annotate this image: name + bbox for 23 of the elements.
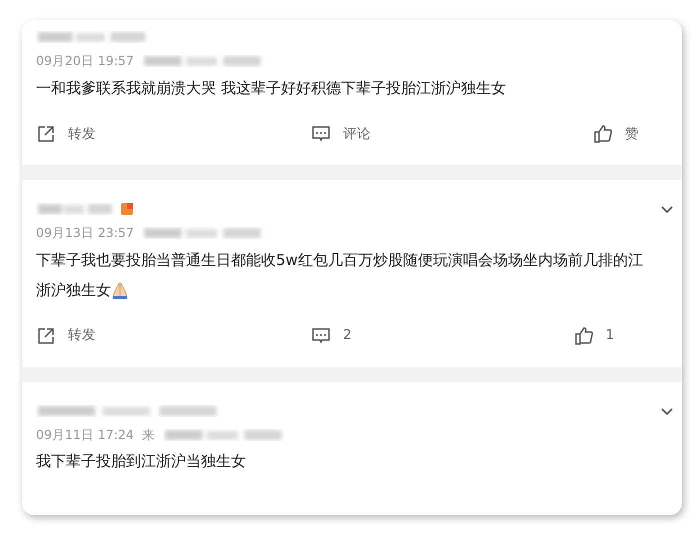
comment-text: 下辈子我也要投胎当普通生日都能收5w红包几百万炒股随便玩演唱会场场坐内场前几排的江浙沪独生女 (36, 250, 644, 302)
comment-icon (311, 326, 331, 346)
repost-button[interactable]: 转发 (36, 124, 96, 144)
comment-text: 一和我爹联系我就崩溃大哭 我这辈子好好积德下辈子投胎江浙沪独生女 (36, 78, 507, 99)
comment-date: 09月11日 17:24 (36, 426, 134, 444)
comment-button[interactable]: 评论 (311, 124, 371, 144)
like-button[interactable]: 赞 (593, 124, 639, 144)
thumbs-up-icon (574, 326, 594, 346)
comment-icon (311, 124, 331, 144)
thumbs-up-icon (593, 124, 613, 144)
comment-date: 09月20日 19:57 (36, 52, 134, 70)
badge-icon (120, 202, 134, 216)
comment-text: 我下辈子投胎到江浙沪当独生女 (36, 451, 247, 472)
chevron-down-icon[interactable] (660, 205, 674, 216)
share-icon (36, 124, 56, 144)
comment-source: 来 (142, 426, 155, 444)
praying-hands-icon (111, 281, 129, 300)
chevron-down-icon[interactable] (660, 407, 674, 418)
like-button[interactable]: 1 (574, 325, 614, 346)
repost-button[interactable]: 转发 (36, 325, 96, 346)
share-icon (36, 326, 56, 346)
comment-button[interactable]: 2 (311, 325, 352, 346)
comment-date: 09月13日 23:57 (36, 224, 134, 242)
